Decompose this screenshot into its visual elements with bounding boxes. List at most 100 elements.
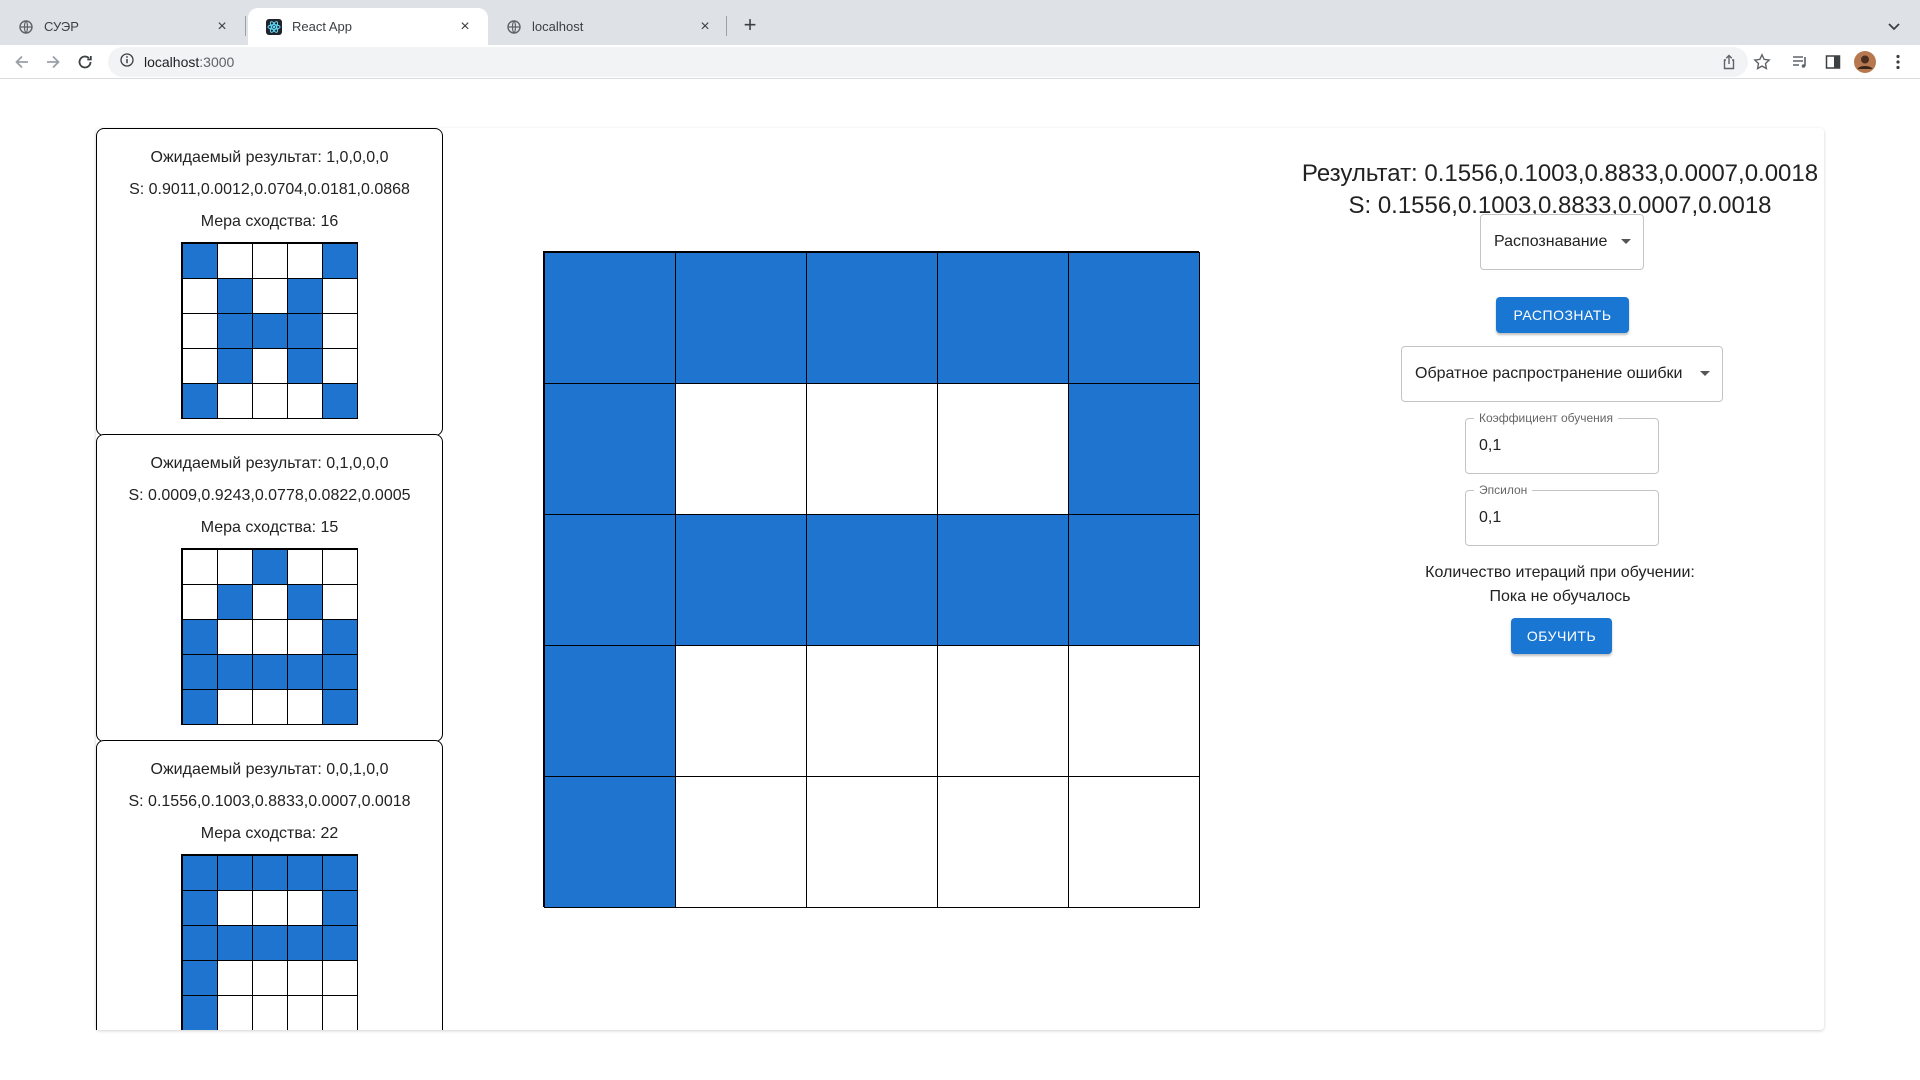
close-icon[interactable]: × — [696, 18, 714, 36]
grid-cell — [286, 382, 323, 419]
grid-cell — [251, 994, 288, 1030]
grid-cell — [181, 312, 218, 349]
grid-cell — [181, 242, 218, 279]
grid-cell — [181, 924, 218, 961]
expected-result: Ожидаемый результат: 0,1,0,0,0 — [150, 455, 389, 472]
avatar[interactable] — [1853, 50, 1877, 74]
grid-cell — [181, 994, 218, 1030]
forward-button[interactable] — [40, 49, 66, 75]
grid-cell — [216, 277, 253, 314]
train-button[interactable]: ОБУЧИТЬ — [1511, 618, 1612, 654]
drawing-cell[interactable] — [936, 775, 1069, 908]
sample-grid — [181, 548, 358, 725]
drawing-cell[interactable] — [936, 513, 1069, 646]
grid-cell — [321, 583, 358, 620]
drawing-cell[interactable] — [805, 382, 938, 515]
reading-list-icon[interactable] — [1788, 50, 1812, 74]
url-host: localhost — [144, 54, 200, 70]
grid-cell — [321, 688, 358, 725]
globe-icon — [18, 19, 34, 35]
grid-cell — [216, 854, 253, 891]
s-values: S: 0.1556,0.1003,0.8833,0.0007,0.0018 — [128, 793, 411, 810]
learning-rate-value[interactable]: 0,1 — [1479, 437, 1501, 455]
drawing-cell[interactable] — [674, 382, 807, 515]
method-select[interactable]: Обратное распространение ошибки — [1401, 346, 1723, 402]
drawing-cell[interactable] — [1067, 251, 1200, 384]
drawing-cell[interactable] — [674, 644, 807, 777]
url-port: :3000 — [199, 54, 235, 70]
epsilon-field[interactable]: Эпсилон 0,1 — [1465, 483, 1659, 546]
grid-cell — [286, 548, 323, 585]
mode-select[interactable]: Распознавание — [1480, 214, 1644, 270]
grid-cell — [216, 312, 253, 349]
grid-cell — [321, 277, 358, 314]
grid-cell — [181, 277, 218, 314]
grid-cell — [321, 653, 358, 690]
drawing-cell[interactable] — [936, 382, 1069, 515]
close-icon[interactable]: × — [213, 18, 231, 36]
method-select-value: Обратное распространение ошибки — [1415, 365, 1683, 382]
grid-cell — [251, 548, 288, 585]
drawing-cell[interactable] — [936, 644, 1069, 777]
drawing-grid[interactable] — [543, 251, 1200, 908]
share-icon[interactable] — [1717, 50, 1741, 74]
grid-cell — [321, 242, 358, 279]
grid-cell — [181, 583, 218, 620]
samples-list[interactable]: Ожидаемый результат: 1,0,0,0,0 S: 0.9011… — [96, 128, 443, 1030]
drawing-cell[interactable] — [543, 775, 676, 908]
grid-cell — [321, 382, 358, 419]
drawing-cell[interactable] — [674, 251, 807, 384]
grid-cell — [216, 242, 253, 279]
grid-cell — [216, 347, 253, 384]
drawing-cell[interactable] — [543, 251, 676, 384]
drawing-cell[interactable] — [805, 775, 938, 908]
back-button[interactable] — [9, 49, 35, 75]
grid-cell — [181, 653, 218, 690]
globe-icon — [506, 19, 522, 35]
grid-cell — [216, 618, 253, 655]
grid-cell — [181, 382, 218, 419]
grid-cell — [251, 347, 288, 384]
tab-react-app[interactable]: React App × — [248, 8, 488, 45]
expected-result: Ожидаемый результат: 0,0,1,0,0 — [150, 761, 389, 778]
drawing-cell[interactable] — [543, 513, 676, 646]
drawing-cell[interactable] — [1067, 513, 1200, 646]
grid-cell — [181, 959, 218, 996]
learning-rate-field[interactable]: Коэффициент обучения 0,1 — [1465, 411, 1659, 474]
caret-down-icon — [1621, 239, 1631, 244]
recognize-button[interactable]: РАСПОЗНАТЬ — [1496, 297, 1629, 333]
reload-button[interactable] — [72, 49, 98, 75]
drawing-cell[interactable] — [1067, 382, 1200, 515]
drawing-cell[interactable] — [805, 644, 938, 777]
drawing-cell[interactable] — [543, 382, 676, 515]
drawing-cell[interactable] — [674, 513, 807, 646]
new-tab-button[interactable]: + — [736, 12, 764, 40]
more-menu-icon[interactable] — [1886, 50, 1910, 74]
drawing-cell[interactable] — [1067, 644, 1200, 777]
epsilon-value[interactable]: 0,1 — [1479, 509, 1501, 527]
grid-cell — [251, 382, 288, 419]
grid-cell — [216, 994, 253, 1030]
tab-suer[interactable]: СУЭР × — [0, 8, 245, 45]
close-icon[interactable]: × — [456, 18, 474, 36]
info-icon[interactable] — [120, 52, 134, 72]
browser-toolbar: localhost:3000 — [0, 45, 1920, 79]
grid-cell — [286, 889, 323, 926]
drawing-cell[interactable] — [674, 775, 807, 908]
drawing-cell[interactable] — [805, 513, 938, 646]
grid-cell — [216, 924, 253, 961]
drawing-cell[interactable] — [1067, 775, 1200, 908]
tab-localhost[interactable]: localhost × — [488, 8, 728, 45]
side-panel-icon[interactable] — [1821, 50, 1845, 74]
grid-cell — [251, 688, 288, 725]
chevron-down-icon[interactable] — [1882, 14, 1906, 38]
drawing-cell[interactable] — [543, 644, 676, 777]
address-bar[interactable]: localhost:3000 — [108, 47, 1748, 77]
drawing-cell[interactable] — [936, 251, 1069, 384]
grid-cell — [251, 583, 288, 620]
drawing-cell[interactable] — [805, 251, 938, 384]
star-icon[interactable] — [1750, 50, 1774, 74]
grid-cell — [321, 312, 358, 349]
url-text: localhost:3000 — [144, 54, 234, 70]
grid-cell — [321, 994, 358, 1030]
